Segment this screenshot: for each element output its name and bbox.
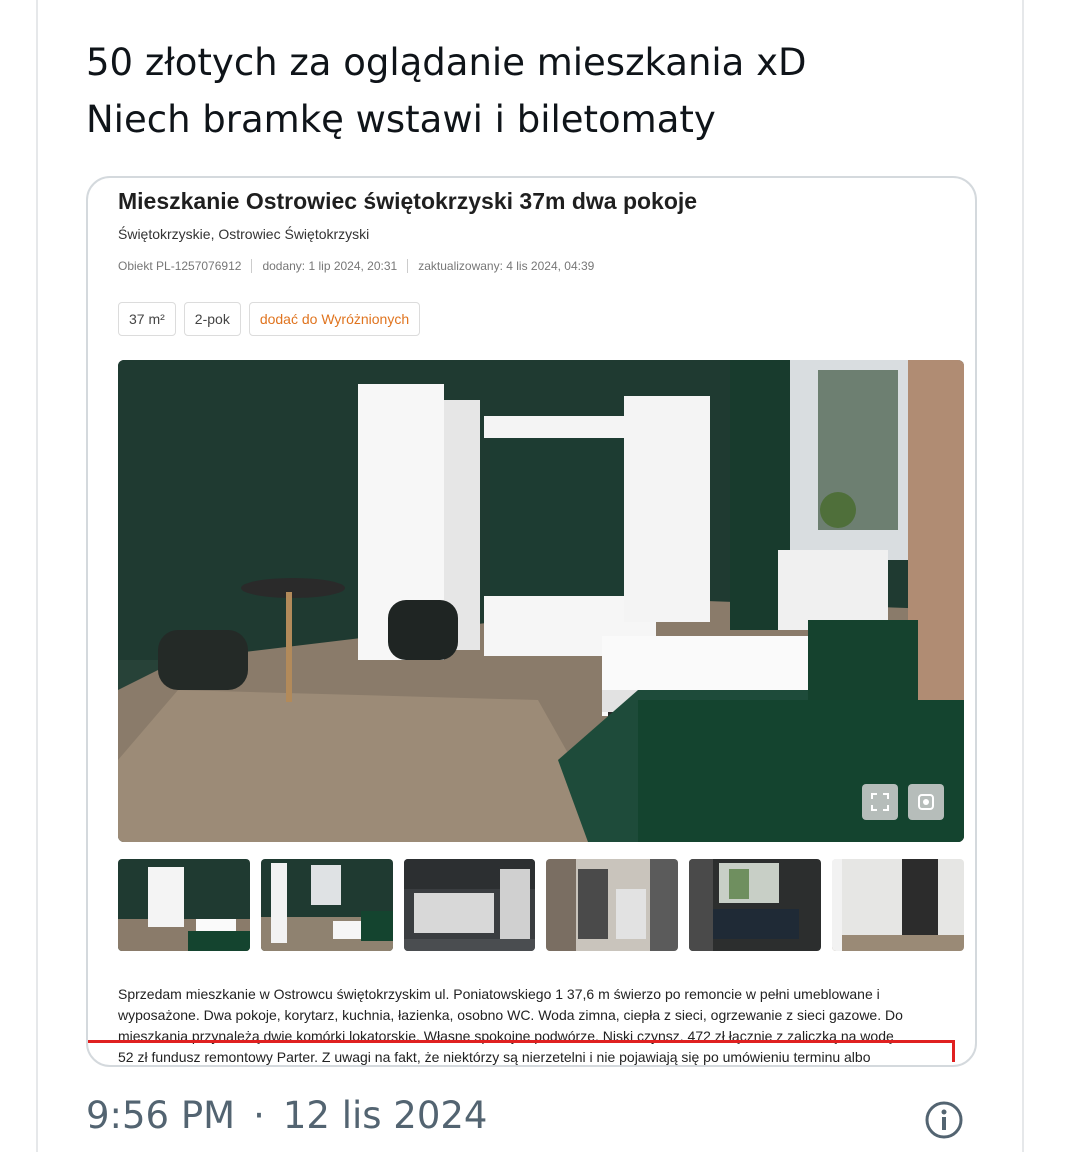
meta-divider (407, 259, 409, 273)
listing-description: Sprzedam mieszkanie w Ostrowcu świętokrz… (118, 984, 954, 1065)
expand-icon (871, 793, 889, 811)
listing-updated-date: zaktualizowany: 4 lis 2024, 04:39 (418, 259, 595, 273)
rooms-chip: 2-pok (183, 302, 241, 336)
expand-button[interactable] (862, 784, 898, 820)
listing-meta: Obiekt PL-1257076912 dodany: 1 lip 2024,… (118, 259, 594, 273)
thumbnail-image (689, 859, 822, 951)
tweet-text-line-2: Niech bramkę wstawi i biletomaty (86, 98, 716, 141)
thumbnail-4[interactable] (546, 859, 679, 951)
thumbnail-image (832, 859, 964, 951)
tweet-text-line-1: 50 złotych za oglądanie mieszkania xD (86, 41, 807, 84)
fullscreen-icon (918, 794, 934, 810)
thumbnail-5[interactable] (689, 859, 822, 951)
thumbnail-1[interactable] (118, 859, 250, 951)
description-line: wyposażone. Dwa pokoje, korytarz, kuchni… (118, 1007, 903, 1023)
tweet-timestamp[interactable]: 9:56 PM · 12 lis 2024 (86, 1094, 487, 1137)
thumbnail-image (546, 859, 679, 951)
description-line: mieszkania przynależą dwie komórki lokat… (118, 1028, 894, 1044)
tweet-media-image[interactable]: Mieszkanie Ostrowiec świętokrzyski 37m d… (86, 176, 977, 1067)
description-line: Sprzedam mieszkanie w Ostrowcu świętokrz… (118, 986, 880, 1002)
add-to-favorites-button[interactable]: dodać do Wyróżnionych (248, 302, 421, 336)
listing-chips: 37 m² 2-pok dodać do Wyróżnionych (118, 302, 421, 336)
timeline-border-right (1022, 0, 1024, 1152)
timeline-border-left (36, 0, 38, 1152)
thumbnail-2[interactable] (260, 859, 393, 951)
tweet-text: 50 złotych za oglądanie mieszkania xD Ni… (86, 34, 986, 148)
thumbnail-3[interactable] (403, 859, 536, 951)
thumbnail-6[interactable] (832, 859, 964, 951)
listing-object-id: Obiekt PL-1257076912 (118, 259, 242, 273)
red-highlight-bracket (952, 1040, 955, 1062)
listing-main-photo[interactable] (118, 360, 964, 842)
listing-location: Świętokrzyskie, Ostrowiec Świętokrzyski (118, 226, 370, 242)
fullscreen-button[interactable] (908, 784, 944, 820)
listing-added-date: dodany: 1 lip 2024, 20:31 (262, 259, 398, 273)
photo-thumbnails (118, 859, 964, 951)
tweet-time: 9:56 PM (86, 1094, 236, 1137)
info-icon[interactable] (924, 1100, 964, 1140)
meta-divider (251, 259, 253, 273)
red-highlight-underline (88, 1040, 954, 1043)
listing-title: Mieszkanie Ostrowiec świętokrzyski 37m d… (118, 188, 698, 214)
area-chip: 37 m² (118, 302, 176, 336)
thumbnail-image (403, 859, 536, 951)
room-photo (118, 360, 964, 842)
thumbnail-image (260, 859, 393, 951)
timestamp-separator: · (253, 1094, 265, 1137)
description-line: 52 zł fundusz remontowy Parter. Z uwagi … (118, 1049, 871, 1065)
tweet-date: 12 lis 2024 (282, 1094, 488, 1137)
thumbnail-image (118, 859, 250, 951)
